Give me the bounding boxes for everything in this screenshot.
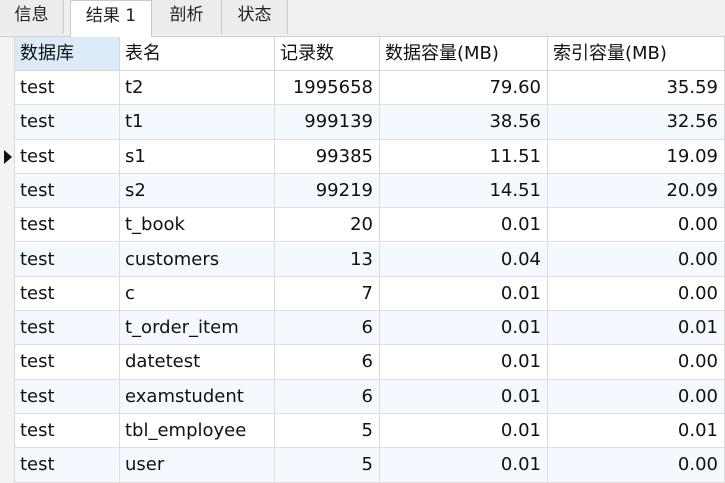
- cell-index-size-mb[interactable]: 32.56: [548, 105, 725, 140]
- cell-table-name[interactable]: s2: [120, 173, 275, 208]
- tab-status[interactable]: 状态: [222, 0, 288, 34]
- cell-record-count[interactable]: 6: [275, 311, 380, 346]
- tab-profile[interactable]: 剖析: [152, 0, 222, 34]
- cell-data-size-mb[interactable]: 0.04: [380, 242, 548, 277]
- cell-table-name[interactable]: t_book: [120, 208, 275, 243]
- cell-index-size-mb[interactable]: 0.00: [548, 208, 725, 243]
- cell-index-size-mb[interactable]: 0.00: [548, 242, 725, 277]
- cell-table-name[interactable]: examstudent: [120, 379, 275, 414]
- cell-table-name[interactable]: datetest: [120, 345, 275, 380]
- cell-table-name[interactable]: t_order_item: [120, 311, 275, 346]
- cell-record-count[interactable]: 6: [275, 379, 380, 414]
- cell-index-size-mb[interactable]: 0.01: [548, 311, 725, 346]
- cell-record-count[interactable]: 5: [275, 448, 380, 483]
- cell-table-name[interactable]: s1: [120, 139, 275, 174]
- cell-database[interactable]: test: [15, 242, 120, 277]
- cell-index-size-mb[interactable]: 19.09: [548, 139, 725, 174]
- cell-record-count[interactable]: 99385: [275, 139, 380, 174]
- cell-data-size-mb[interactable]: 79.60: [380, 71, 548, 105]
- cell-record-count[interactable]: 99219: [275, 173, 380, 208]
- cell-record-count[interactable]: 13: [275, 242, 380, 277]
- tab-info[interactable]: 信息: [0, 0, 64, 34]
- column-header-index-size-mb[interactable]: 索引容量(MB): [548, 37, 725, 71]
- cell-index-size-mb[interactable]: 35.59: [548, 71, 725, 105]
- cell-database[interactable]: test: [15, 448, 120, 483]
- column-header-data-size-mb[interactable]: 数据容量(MB): [380, 37, 548, 71]
- cell-table-name[interactable]: customers: [120, 242, 275, 277]
- cell-table-name[interactable]: t1: [120, 105, 275, 140]
- cell-database[interactable]: test: [15, 139, 120, 174]
- result-tabbar: 信息 结果 1 剖析 状态: [0, 0, 725, 37]
- cell-data-size-mb[interactable]: 11.51: [380, 139, 548, 174]
- cell-database[interactable]: test: [15, 208, 120, 243]
- result-grid: 数据库 表名 记录数 数据容量(MB) 索引容量(MB) test t2 1995658 79.…: [0, 37, 725, 483]
- cell-table-name[interactable]: tbl_employee: [120, 414, 275, 448]
- current-row-arrow-icon: [4, 149, 12, 164]
- cell-database[interactable]: test: [15, 71, 120, 105]
- cell-data-size-mb[interactable]: 0.01: [380, 414, 548, 448]
- cell-index-size-mb[interactable]: 0.00: [548, 448, 725, 483]
- cell-record-count[interactable]: 20: [275, 208, 380, 243]
- cell-record-count[interactable]: 7: [275, 276, 380, 311]
- cell-record-count[interactable]: 1995658: [275, 71, 380, 105]
- cell-data-size-mb[interactable]: 0.01: [380, 345, 548, 380]
- cell-data-size-mb[interactable]: 0.01: [380, 448, 548, 483]
- cell-data-size-mb[interactable]: 0.01: [380, 311, 548, 346]
- column-header-table-name[interactable]: 表名: [120, 37, 275, 71]
- cell-database[interactable]: test: [15, 105, 120, 140]
- cell-database[interactable]: test: [15, 311, 120, 346]
- cell-data-size-mb[interactable]: 0.01: [380, 276, 548, 311]
- cell-data-size-mb[interactable]: 0.01: [380, 379, 548, 414]
- row-indicator-gutter: [0, 37, 15, 483]
- cell-table-name[interactable]: user: [120, 448, 275, 483]
- cell-database[interactable]: test: [15, 173, 120, 208]
- cell-data-size-mb[interactable]: 38.56: [380, 105, 548, 140]
- cell-index-size-mb[interactable]: 0.00: [548, 345, 725, 380]
- cell-table-name[interactable]: c: [120, 276, 275, 311]
- column-header-record-count[interactable]: 记录数: [275, 37, 380, 71]
- column-header-database[interactable]: 数据库: [15, 37, 120, 71]
- cell-record-count[interactable]: 5: [275, 414, 380, 448]
- cell-index-size-mb[interactable]: 0.00: [548, 379, 725, 414]
- cell-record-count[interactable]: 999139: [275, 105, 380, 140]
- cell-database[interactable]: test: [15, 345, 120, 380]
- cell-data-size-mb[interactable]: 0.01: [380, 208, 548, 243]
- cell-database[interactable]: test: [15, 276, 120, 311]
- cell-record-count[interactable]: 6: [275, 345, 380, 380]
- cell-table-name[interactable]: t2: [120, 71, 275, 105]
- cell-index-size-mb[interactable]: 20.09: [548, 173, 725, 208]
- cell-database[interactable]: test: [15, 414, 120, 448]
- cell-index-size-mb[interactable]: 0.00: [548, 276, 725, 311]
- tab-result-1[interactable]: 结果 1: [70, 0, 152, 37]
- cell-index-size-mb[interactable]: 0.01: [548, 414, 725, 448]
- cell-data-size-mb[interactable]: 14.51: [380, 173, 548, 208]
- cell-database[interactable]: test: [15, 379, 120, 414]
